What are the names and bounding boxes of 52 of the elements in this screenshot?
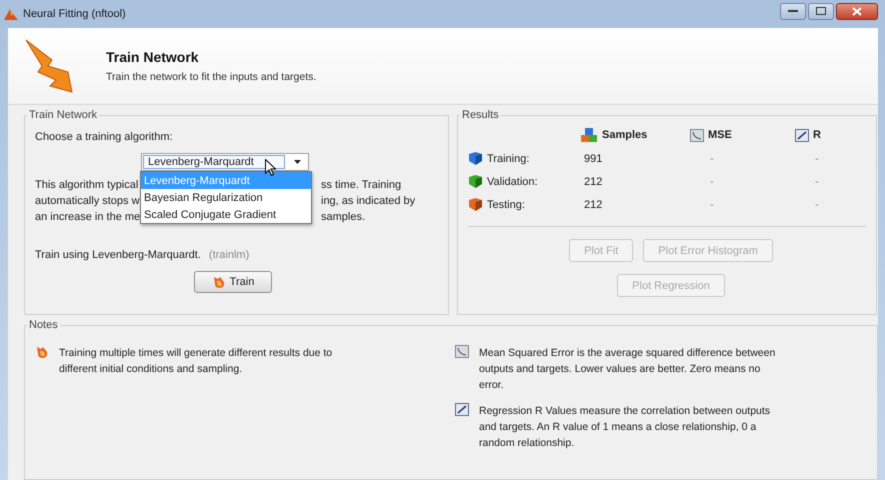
cubes-icon [580,127,598,143]
note-text: Regression R Values measure the correlation between outputs and targets. An R value of 1 means a close relationship, 0 a random relationship. [479,404,772,451]
close-icon [852,6,862,16]
table-cell-text: - [814,152,820,164]
flame-icon [212,275,226,289]
column-header: Samples [602,129,648,141]
table-cell-text: 991 [583,152,604,164]
dropdown-option[interactable]: Scaled Conjugate Gradient [141,206,311,223]
chart-icon [455,345,469,358]
table-cell-text: - [709,198,715,210]
chart-icon [690,128,704,142]
row-label: Validation: [487,176,538,188]
table-cell-text: 212 [583,198,604,210]
close-button[interactable] [836,2,878,20]
flame-icon [35,345,49,359]
diagonal-line-icon [795,128,809,142]
note-text: Mean Squared Error is the average squared difference between outputs and targets. Lower values are better. Zero means no error. [479,346,776,393]
cube-icon [468,197,483,212]
description-text: samples. [321,211,366,223]
train-using-label: Train using Levenberg-Marquardt. [35,249,201,261]
cube-icon [468,151,483,166]
column-header: R [813,129,821,141]
table-cell-text: - [709,176,715,188]
prompt-label: Choose a training algorithm: [35,131,174,143]
maximize-icon [816,7,826,15]
note-text: Training multiple times will generate different results due to different initial conditions and sampling. [59,346,334,377]
row-label: Testing: [487,198,525,210]
minimize-icon [788,9,798,13]
page-subtitle: Train the network to fit the inputs and targets. [106,71,316,83]
train-button[interactable]: Train [194,271,272,293]
panel-title: Train Network [28,109,98,121]
description-text: ss time. Training [321,179,402,191]
maximize-button[interactable] [808,2,834,20]
dropdown-option[interactable]: Bayesian Regularization [141,189,311,206]
table-cell-text: - [814,176,820,188]
page-title: Train Network [106,49,200,65]
table-cell-text: - [814,198,820,210]
peak-icon [4,7,18,21]
cube-icon [468,174,483,189]
window-title: Neural Fitting (nftool) [23,8,127,20]
panel-title: Notes [28,319,59,331]
minimize-button[interactable] [780,2,806,20]
description-text: ing, as indicated by [321,195,416,207]
row-label: Training: [487,152,530,164]
caret-icon [294,160,300,164]
panel-title: Results [461,109,500,121]
function-name: (trainlm) [208,249,250,261]
column-header: MSE [708,129,732,141]
table-cell-text: - [709,152,715,164]
table-cell-text: 212 [583,176,604,188]
algorithm-dropdown[interactable]: Levenberg-Marquardt [141,153,309,171]
diagonal-line-icon [455,403,469,416]
